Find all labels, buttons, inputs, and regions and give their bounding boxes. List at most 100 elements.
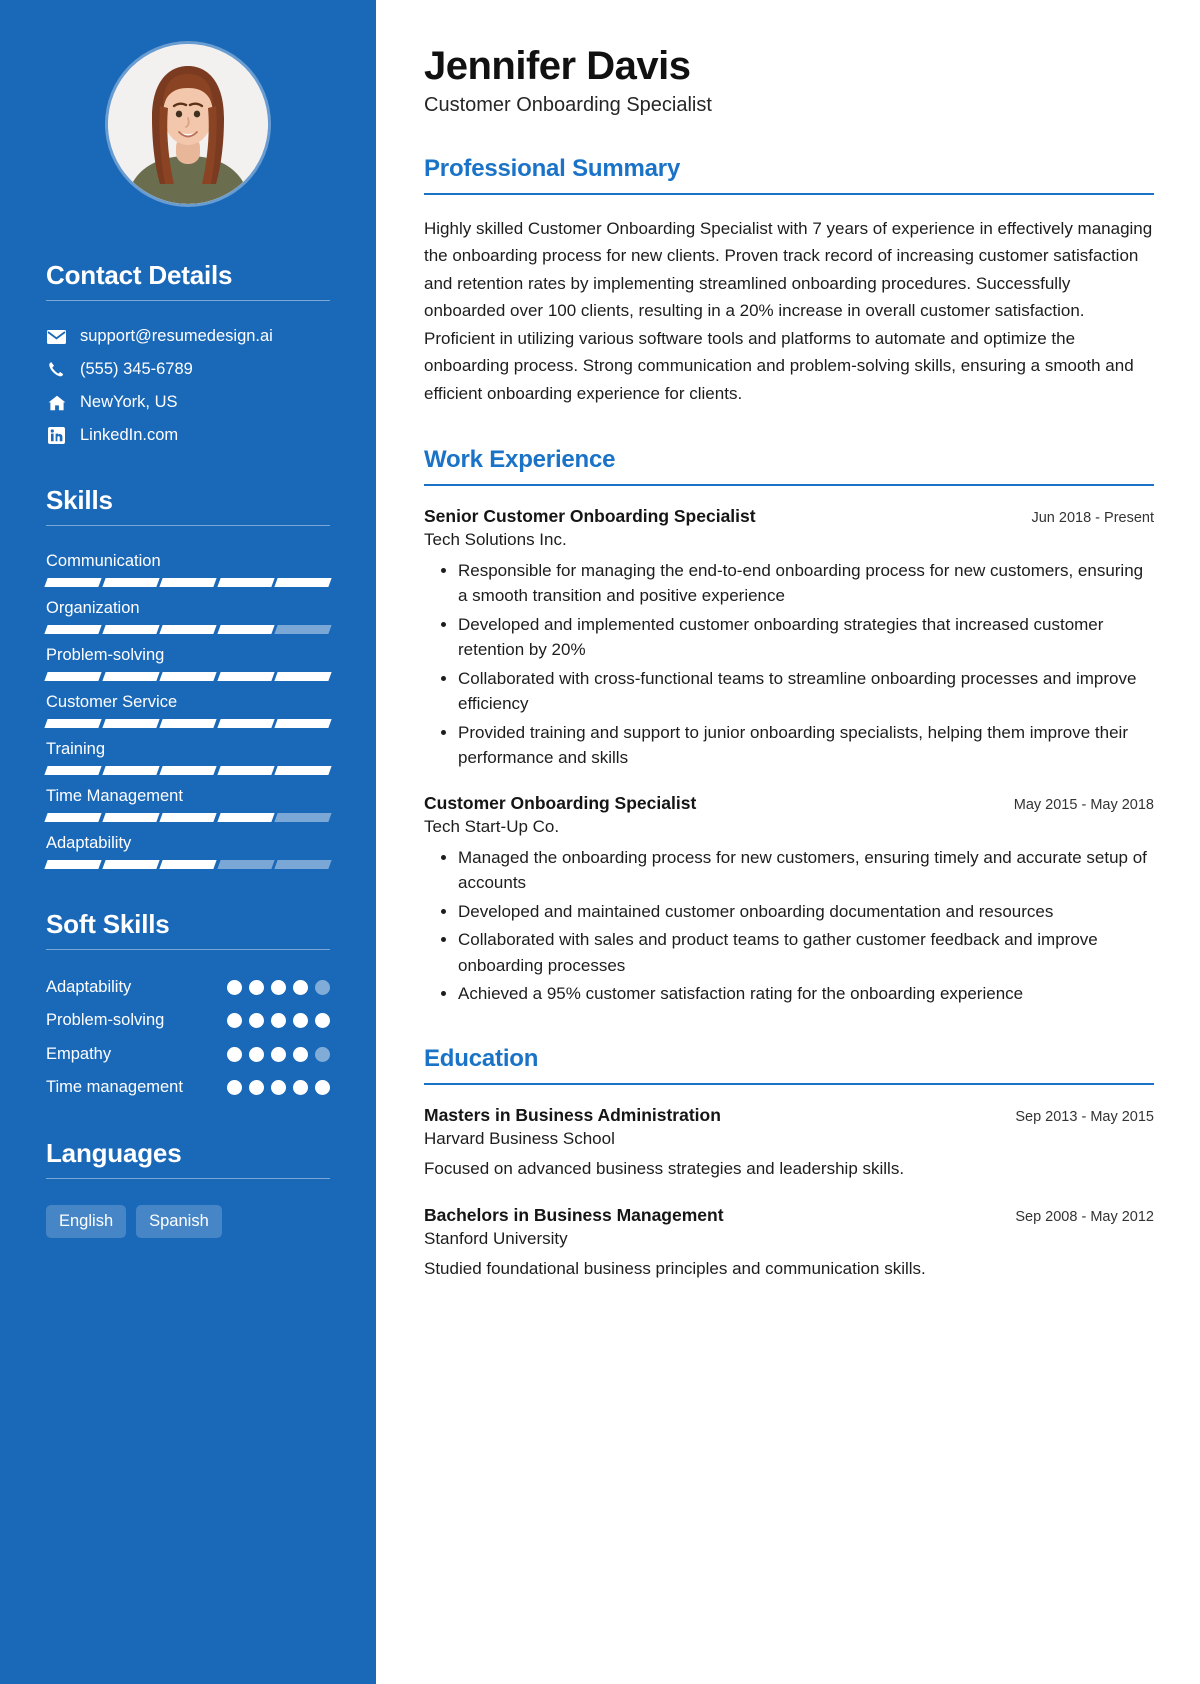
page-title: Jennifer Davis [424,44,691,88]
rating-dot [227,1046,242,1062]
work-bullet: Collaborated with sales and product team… [458,927,1154,978]
rating-dot [271,1079,286,1095]
soft-skill-rating [227,1076,330,1095]
rating-dot [227,1013,242,1029]
education-entry-school: Stanford University [424,1228,568,1248]
contact-list: support@resumedesign.ai (555) 345-6789 N… [46,327,330,445]
skill-segment [101,578,159,587]
rating-dot [293,1079,308,1095]
contact-section: Contact Details support@resumedesign.ai … [46,260,330,445]
skill-segment [217,766,275,775]
skill-item: Customer Service [44,693,332,728]
work-bullet: Provided training and support to junior … [458,720,1154,771]
skill-segment [159,860,217,869]
soft-skill-item: Time management [46,1076,330,1098]
section-divider [424,483,1154,486]
skill-segment [159,813,217,822]
skill-segment [274,766,332,775]
section-divider [424,192,1154,195]
work-bullet: Responsible for managing the end-to-end … [458,558,1154,609]
skill-segment [217,672,275,681]
skill-progress-bar [44,813,332,822]
rating-dot [271,1013,286,1029]
soft-skill-label: Problem-solving [46,1011,165,1030]
skill-label: Customer Service [46,693,178,711]
professional-summary-section: Professional Summary Highly skilled Cust… [424,155,1154,408]
contact-item-phone[interactable]: (555) 345-6789 [46,360,330,379]
work-experience-heading: Work Experience [424,445,616,473]
skill-segment [44,860,102,869]
education-entry-degree: Masters in Business Administration [424,1104,721,1125]
skill-segment [101,625,159,634]
education-entry: Bachelors in Business Management Sep 200… [424,1205,1154,1279]
skill-progress-bar [44,578,332,587]
education-entry-header: Bachelors in Business Management Sep 200… [424,1205,1154,1226]
work-bullet: Developed and maintained customer onboar… [458,899,1154,925]
skills-heading: Skills [46,485,113,515]
skill-segment [159,672,217,681]
avatar-wrap [46,44,330,204]
skill-segment [159,625,217,634]
work-bullet-list: Managed the onboarding process for new c… [424,845,1154,1007]
skill-item: Adaptability [44,834,332,869]
skill-item: Problem-solving [44,646,332,681]
education-entry-description: Studied foundational business principles… [424,1258,926,1278]
skill-segment [159,719,217,728]
contact-item-linkedin[interactable]: LinkedIn.com [46,426,330,445]
work-entry-title: Customer Onboarding Specialist [424,792,697,813]
skill-segment [217,860,275,869]
skill-item: Training [44,740,332,775]
language-chip[interactable]: English [46,1205,127,1239]
skill-label: Training [46,740,105,758]
rating-dot [315,980,330,995]
education-entry-degree: Bachelors in Business Management [424,1204,724,1225]
skill-segment [274,813,332,822]
skill-segment [101,813,159,822]
rating-dot [315,1046,330,1062]
soft-skill-label: Adaptability [46,978,132,996]
language-chip[interactable]: Spanish [136,1205,222,1239]
soft-skills-list: Adaptability Problem-solving Empathy Tim… [46,976,330,1098]
skill-item: Time Management [44,787,332,822]
soft-skill-item: Empathy [46,1043,330,1065]
skill-label: Organization [46,599,140,617]
education-entry-date: Sep 2013 - May 2015 [1015,1108,1154,1125]
contact-item-email[interactable]: support@resumedesign.ai [46,327,330,346]
skill-segment [44,578,102,587]
skill-segment [274,578,332,587]
contact-item-location[interactable]: NewYork, US [46,393,330,412]
soft-skills-divider [46,949,330,950]
education-section: Education Masters in Business Administra… [424,1045,1154,1279]
work-entry-date: May 2015 - May 2018 [1013,796,1154,813]
skill-label: Adaptability [46,834,132,852]
skill-segment [44,625,102,634]
skill-segment [101,766,159,775]
rating-dot [315,1013,330,1029]
work-bullet: Collaborated with cross-functional teams… [458,666,1154,717]
soft-skill-rating [227,1009,330,1029]
language-chip-list: English Spanish [46,1205,330,1239]
skill-segment [217,719,275,728]
skill-progress-bar [44,625,332,634]
professional-summary-heading: Professional Summary [424,154,681,182]
work-entry-company: Tech Solutions Inc. [424,529,567,549]
work-entry-list: Senior Customer Onboarding Specialist Ju… [424,506,1154,1007]
professional-summary-text: Highly skilled Customer Onboarding Speci… [424,218,1153,403]
skill-item: Communication [44,552,332,587]
work-entry-date: Jun 2018 - Present [1031,509,1154,526]
work-entry-header: Senior Customer Onboarding Specialist Ju… [424,506,1154,527]
soft-skill-rating [227,976,330,995]
skill-segment [159,766,217,775]
skill-segment [217,813,275,822]
education-entry: Masters in Business Administration Sep 2… [424,1105,1154,1179]
soft-skills-section: Soft Skills Adaptability Problem-solving… [46,909,330,1098]
work-entry: Senior Customer Onboarding Specialist Ju… [424,506,1154,771]
education-heading: Education [424,1044,539,1072]
skill-segment [101,672,159,681]
rating-dot [271,1046,286,1062]
education-entry-list: Masters in Business Administration Sep 2… [424,1105,1154,1279]
skill-segment [44,813,102,822]
skill-segment [274,625,332,634]
languages-heading: Languages [46,1138,182,1169]
contact-heading: Contact Details [46,260,233,290]
